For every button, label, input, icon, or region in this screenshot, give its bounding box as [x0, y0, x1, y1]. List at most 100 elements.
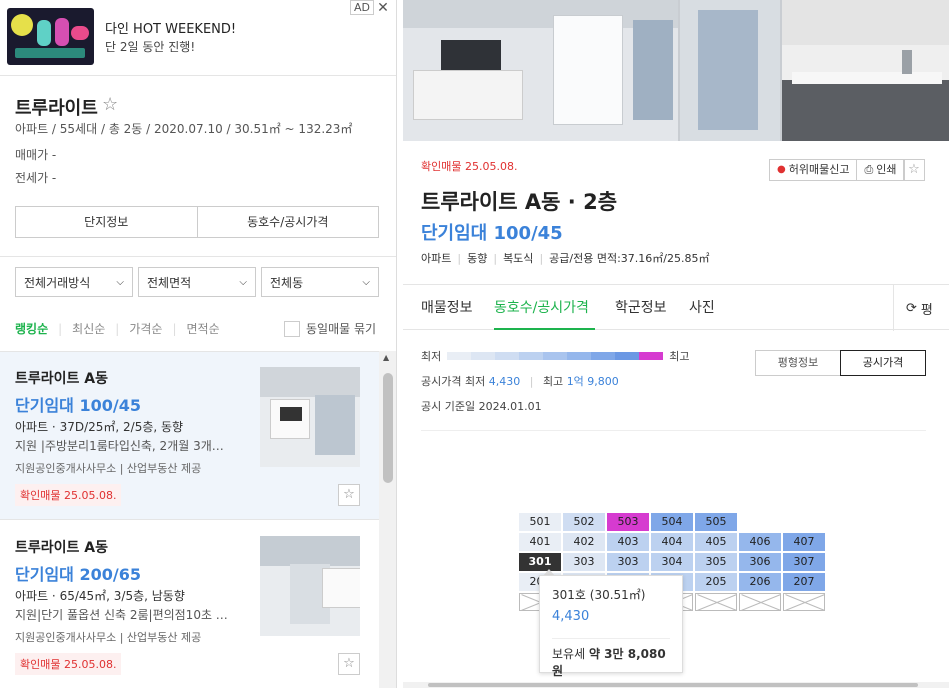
- detail-tabs: 매물정보 동호수/공시가격 학군정보 사진 ⟳ 평: [403, 284, 949, 331]
- jeonse-price: 전세가 -: [15, 171, 57, 185]
- checkbox[interactable]: [284, 320, 300, 337]
- star-icon[interactable]: ☆: [102, 94, 118, 115]
- tab-school[interactable]: 학군정보: [615, 297, 667, 317]
- filter-bar: 전체거래방식 ⌵ 전체면적 ⌵ 전체동 ⌵: [15, 267, 379, 297]
- star-icon[interactable]: ☆: [338, 484, 360, 506]
- building-filter[interactable]: 전체동 ⌵: [261, 267, 379, 297]
- horizontal-scrollbar[interactable]: [403, 682, 949, 688]
- unit-cell[interactable]: 205: [695, 573, 737, 591]
- scale-swatch: [615, 352, 640, 360]
- legend-high: 최고: [669, 350, 690, 363]
- tab-listing-info[interactable]: 매물정보: [421, 297, 473, 317]
- divider: [421, 430, 926, 431]
- unit-cell[interactable]: 505: [695, 513, 737, 531]
- listing-name: 트루라이트 A동: [15, 540, 108, 556]
- verified-badge: 확인매물 25.05.08.: [15, 653, 122, 675]
- tab-photos[interactable]: 사진: [689, 297, 715, 317]
- official-price-button[interactable]: 공시가격: [840, 350, 926, 376]
- scale-swatch: [447, 352, 472, 360]
- star-icon[interactable]: ☆: [338, 653, 360, 675]
- star-icon[interactable]: ☆: [903, 159, 925, 181]
- unit-cell[interactable]: 501: [519, 513, 561, 531]
- scroll-up-icon[interactable]: ▲: [383, 353, 389, 362]
- scrollbar-thumb[interactable]: [383, 373, 393, 483]
- unit-cell[interactable]: 406: [739, 533, 781, 551]
- unit-cell[interactable]: 502: [563, 513, 605, 531]
- detail-tools: ● 허위매물신고 ⎙ 인쇄: [769, 159, 905, 181]
- complex-info: 아파트 / 55세대 / 총 2동 / 2020.07.10 / 30.51㎡ …: [15, 122, 353, 136]
- detail-title: 트루라이트 A동 · 2층: [421, 190, 618, 214]
- listing-photo[interactable]: [403, 0, 949, 141]
- report-label: 허위매물신고: [788, 163, 850, 176]
- unit-cell[interactable]: 404: [651, 533, 693, 551]
- unit-cell[interactable]: 402: [563, 533, 605, 551]
- unit-cell-empty: [695, 593, 737, 611]
- trade-type-filter[interactable]: 전체거래방식 ⌵: [15, 267, 133, 297]
- unit-cell[interactable]: 207: [783, 573, 825, 591]
- area-unit-toggle[interactable]: ⟳ 평: [893, 285, 949, 331]
- sort-price[interactable]: 가격순: [129, 320, 162, 337]
- unit-cell[interactable]: 407: [783, 533, 825, 551]
- listing-thumbnail[interactable]: [260, 367, 360, 467]
- unit-cell[interactable]: 405: [695, 533, 737, 551]
- tooltip-price: 4,430: [552, 609, 590, 624]
- unit-cell[interactable]: 303: [563, 553, 605, 571]
- list-item[interactable]: 트루라이트 A동 단기임대 100/45 아파트 · 37D/25㎡, 2/5층…: [0, 352, 379, 520]
- same-listing-label: 동일매물 묶기: [306, 322, 377, 336]
- left-panel: 다인 HOT WEEKEND! 단 2일 동안 진행! AD ✕ 트루라이트 ☆…: [0, 0, 397, 688]
- max-value: 1억 9,800: [566, 375, 619, 388]
- unit-cell[interactable]: 306: [739, 553, 781, 571]
- min-value: 4,430: [488, 375, 521, 388]
- min-label: 공시가격 최저: [421, 375, 486, 388]
- tax-label: 보유세: [552, 647, 586, 661]
- ad-title[interactable]: 다인 HOT WEEKEND!: [105, 18, 236, 37]
- report-button[interactable]: ● 허위매물신고: [769, 159, 858, 181]
- divider: |: [115, 321, 120, 336]
- area-info-button[interactable]: 평형정보: [755, 350, 841, 376]
- scale-swatch: [567, 352, 592, 360]
- complex-info-button[interactable]: 단지정보: [16, 207, 198, 237]
- chevron-down-icon: ⌵: [116, 276, 124, 288]
- listing-desc: 지원 |주방분리1룸타입신축, 2개월 3개…: [15, 439, 224, 453]
- unit-cell[interactable]: 403: [607, 533, 649, 551]
- list-item[interactable]: 트루라이트 A동 단기임대 200/65 아파트 · 65/45㎡, 3/5층,…: [0, 521, 379, 688]
- sort-area[interactable]: 면적순: [187, 320, 220, 337]
- chevron-down-icon: ⌵: [362, 276, 370, 288]
- unit-cell[interactable]: 504: [651, 513, 693, 531]
- refresh-icon: ⟳: [906, 300, 917, 316]
- scrollbar-thumb[interactable]: [428, 683, 918, 687]
- unit-cell-empty: [739, 593, 781, 611]
- view-toggle: 평형정보 공시가격: [755, 350, 926, 376]
- unit-cell[interactable]: 305: [695, 553, 737, 571]
- legend-low: 최저: [421, 350, 442, 363]
- tab-unit-price[interactable]: 동호수/공시가격: [494, 297, 589, 317]
- tooltip-tax: 보유세 약 3만 8,080원: [552, 638, 670, 679]
- ad-image[interactable]: [7, 8, 94, 65]
- complex-buttons: 단지정보 동호수/공시가격: [15, 206, 379, 238]
- same-listing-toggle[interactable]: 동일매물 묶기: [284, 320, 376, 337]
- area-filter[interactable]: 전체면적 ⌵: [138, 267, 256, 297]
- price-legend: 최저 최고: [421, 348, 690, 364]
- sort-latest[interactable]: 최신순: [72, 320, 105, 337]
- unit-cell[interactable]: 307: [783, 553, 825, 571]
- active-tab-indicator: [494, 328, 595, 330]
- listing-price: 단기임대 200/65: [15, 565, 141, 584]
- unit-cell[interactable]: 304: [651, 553, 693, 571]
- ad-banner[interactable]: 다인 HOT WEEKEND! 단 2일 동안 진행! AD ✕: [0, 0, 396, 76]
- listing-thumbnail[interactable]: [260, 536, 360, 636]
- print-button[interactable]: ⎙ 인쇄: [857, 159, 905, 181]
- unit-cell[interactable]: 206: [739, 573, 781, 591]
- unit-price-button[interactable]: 동호수/공시가격: [198, 207, 379, 237]
- ad-subtitle[interactable]: 단 2일 동안 진행!: [105, 38, 195, 55]
- unit-cell[interactable]: 303: [607, 553, 649, 571]
- sort-ranking[interactable]: 랭킹순: [15, 320, 48, 337]
- max-label: 최고: [542, 375, 564, 388]
- scale-swatch: [519, 352, 544, 360]
- close-icon[interactable]: ✕: [374, 0, 392, 16]
- listing-agent: 지원공인중개사사무소 | 산업부동산 제공: [15, 631, 202, 644]
- listing-spec: 아파트 · 37D/25㎡, 2/5층, 동향: [15, 420, 184, 434]
- ad-tag: AD: [350, 0, 374, 15]
- unit-cell[interactable]: 503: [607, 513, 649, 531]
- scrollbar[interactable]: ▲: [379, 351, 396, 688]
- unit-cell[interactable]: 401: [519, 533, 561, 551]
